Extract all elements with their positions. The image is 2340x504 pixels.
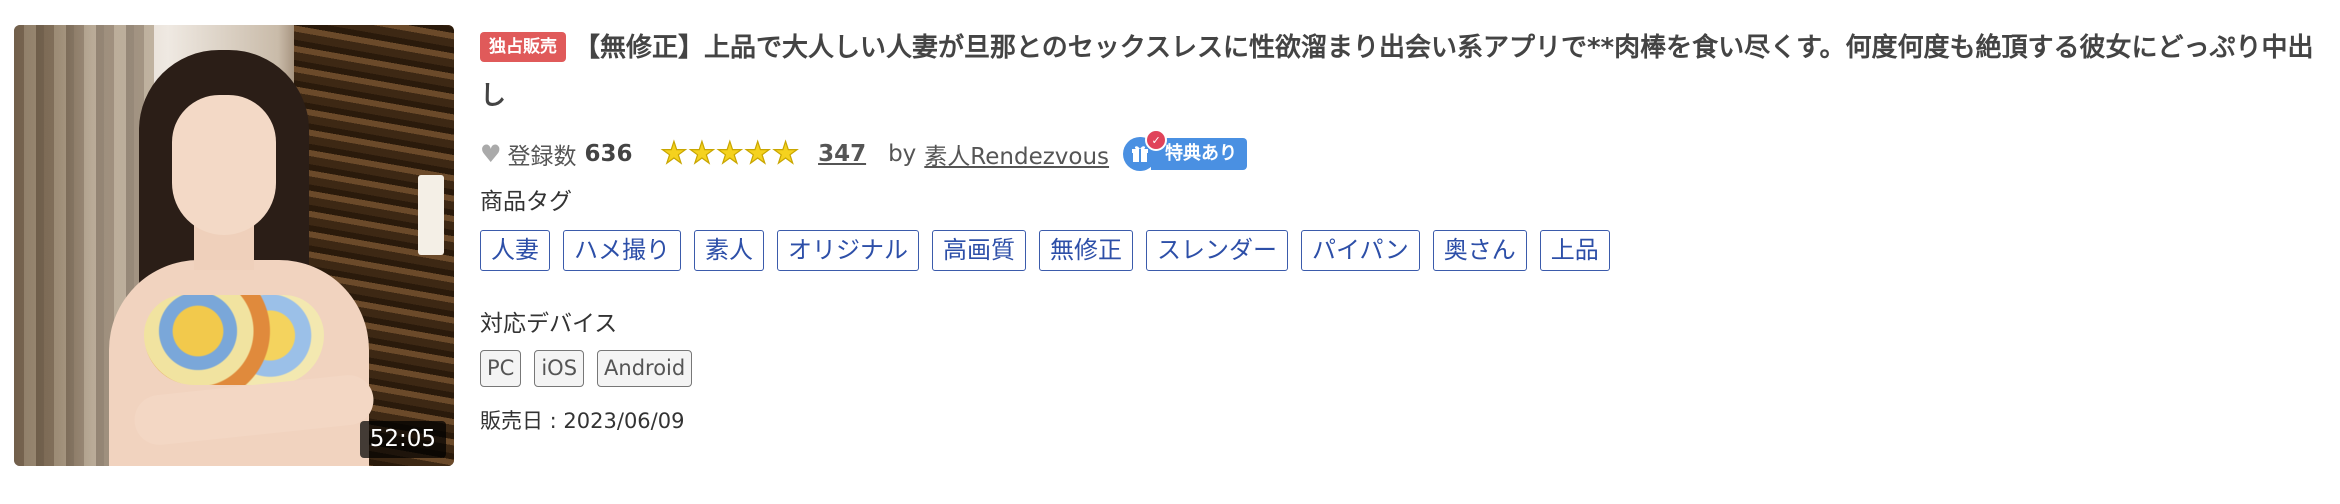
check-icon: ✓ (1145, 129, 1168, 151)
exclusive-badge: 独占販売 (480, 32, 566, 62)
heart-icon[interactable]: ♥ (480, 140, 502, 168)
tag-item[interactable]: パイパン (1301, 230, 1420, 271)
registered-label: 登録数 (507, 144, 577, 170)
thumbnail-floral-top (144, 295, 324, 385)
by-label: by (888, 141, 917, 167)
device-badge: iOS (534, 350, 585, 387)
tags-section-label: 商品タグ (480, 189, 572, 215)
bonus-badge[interactable]: ✓ 特典あり (1123, 129, 1248, 171)
thumbnail-lamp (418, 175, 444, 255)
device-badge: PC (480, 350, 522, 387)
seller-link[interactable]: 素人Rendezvous (924, 137, 1109, 171)
product-meta-row: ♥ 登録数 636 ★ ★ ★ ★ ★ 347 by 素人Rendezvous … (480, 129, 1248, 174)
tag-item[interactable]: 素人 (694, 230, 764, 271)
thumbnail-face (172, 95, 276, 235)
registered-count: 636 (584, 141, 633, 167)
star-icon: ★ (688, 136, 716, 171)
release-date: 販売日 : 2023/06/09 (480, 409, 685, 433)
devices-section-label: 対応デバイス (480, 311, 618, 337)
tag-item[interactable]: オリジナル (777, 230, 919, 271)
tag-item[interactable]: ハメ撮り (563, 230, 681, 271)
video-duration: 52:05 (359, 421, 446, 458)
star-icon: ★ (716, 136, 744, 171)
product-thumbnail[interactable]: 52:05 (14, 25, 454, 466)
tag-item[interactable]: 人妻 (480, 230, 550, 271)
tag-item[interactable]: 上品 (1539, 230, 1610, 271)
star-icon: ★ (660, 136, 688, 171)
star-icon: ★ (772, 136, 800, 171)
device-list: PC iOS Android (480, 350, 705, 387)
product-title-text[interactable]: 【無修正】上品で大人しい人妻が旦那とのセックスレスに性欲溜まり出会い系アプリで*… (480, 33, 2314, 111)
review-count-link[interactable]: 347 (818, 141, 866, 167)
tag-list: 人妻 ハメ撮り 素人 オリジナル 高画質 無修正 スレンダー パイパン 奥さん … (480, 230, 1623, 271)
product-title-block: 独占販売 【無修正】上品で大人しい人妻が旦那とのセックスレスに性欲溜まり出会い系ア… (480, 24, 2330, 120)
tag-item[interactable]: 無修正 (1039, 230, 1133, 271)
product-title[interactable]: 独占販売 【無修正】上品で大人しい人妻が旦那とのセックスレスに性欲溜まり出会い系ア… (480, 24, 2330, 120)
product-card: 52:05 独占販売 【無修正】上品で大人しい人妻が旦那とのセックスレスに性欲溜ま… (0, 0, 2340, 504)
tag-item[interactable]: スレンダー (1146, 230, 1288, 271)
rating-stars: ★ ★ ★ ★ ★ (660, 136, 801, 171)
star-icon: ★ (744, 136, 772, 171)
device-badge: Android (597, 350, 693, 387)
tag-item[interactable]: 奥さん (1432, 230, 1527, 271)
tag-item[interactable]: 高画質 (932, 230, 1026, 271)
